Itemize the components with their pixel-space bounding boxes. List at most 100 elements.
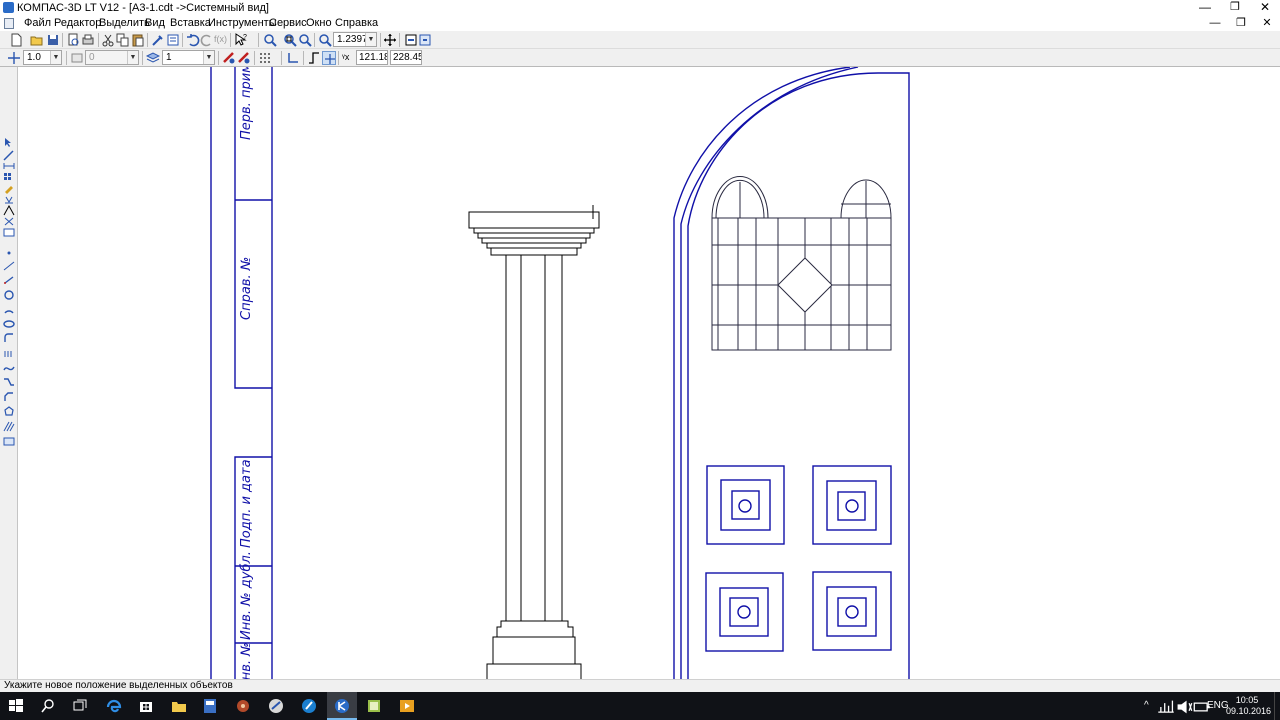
print-icon[interactable] — [81, 33, 95, 47]
ortho-icon[interactable] — [307, 51, 321, 65]
polygon-icon[interactable] — [3, 406, 15, 417]
menu-insert[interactable]: Вставка — [170, 17, 211, 30]
zoom-window-icon[interactable] — [283, 33, 297, 47]
help-pointer-icon[interactable]: ? — [234, 33, 248, 47]
separator — [303, 51, 304, 65]
refresh-view-icon[interactable] — [404, 33, 418, 47]
tray-chevron-icon[interactable]: ^ — [1144, 699, 1149, 713]
edge-icon[interactable] — [105, 697, 123, 715]
kompas-icon[interactable] — [333, 697, 351, 715]
search-icon[interactable] — [39, 697, 57, 715]
doc-restore-button[interactable]: ❐ — [1228, 16, 1254, 31]
paste-icon[interactable] — [131, 33, 145, 47]
params-tool-icon[interactable] — [3, 194, 15, 205]
redo-icon[interactable] — [200, 33, 214, 47]
new-document-icon[interactable] — [9, 33, 23, 47]
menu-window[interactable]: Окно — [306, 17, 332, 30]
cut-icon[interactable] — [101, 33, 115, 47]
zoom-all-icon[interactable] — [298, 33, 312, 47]
menu-select[interactable]: Выделить — [99, 17, 150, 30]
chevron-down-icon[interactable]: ▼ — [127, 51, 138, 64]
fx-button[interactable]: f(x) — [214, 33, 227, 45]
menu-help[interactable]: Справка — [335, 17, 378, 30]
segment-icon[interactable] — [3, 274, 15, 285]
battery-icon[interactable] — [1193, 698, 1210, 712]
edit-tool-icon[interactable] — [3, 183, 15, 194]
measure-tool-icon[interactable] — [3, 205, 15, 216]
media-icon[interactable] — [398, 697, 416, 715]
menu-edit[interactable]: Редактор — [54, 17, 101, 30]
save-icon[interactable] — [46, 33, 60, 47]
explorer-icon[interactable] — [170, 697, 188, 715]
zoom-combo[interactable]: 1.2397 ▼ — [333, 32, 377, 47]
start-icon[interactable] — [7, 697, 25, 715]
document-icon[interactable] — [4, 18, 14, 29]
fillet-icon[interactable] — [3, 332, 15, 343]
snap-icon[interactable] — [222, 51, 236, 65]
zoom-in-icon[interactable] — [263, 33, 277, 47]
doc-close-button[interactable]: ✕ — [1254, 16, 1280, 31]
polyline-icon[interactable] — [3, 376, 15, 387]
close-button[interactable]: ✕ — [1250, 0, 1280, 16]
menu-service[interactable]: Сервис — [269, 17, 307, 30]
volume-icon[interactable] — [1175, 698, 1193, 714]
copy-icon[interactable] — [116, 33, 130, 47]
dimension-tool-icon[interactable] — [3, 161, 15, 172]
maximize-button[interactable]: ❐ — [1220, 0, 1250, 16]
chevron-down-icon[interactable]: ▼ — [203, 51, 214, 64]
show-desktop-button[interactable] — [1274, 692, 1280, 720]
geometry-tool-icon[interactable] — [3, 150, 15, 161]
marking-tool-icon[interactable] — [3, 172, 15, 183]
doc-minimize-button[interactable]: — — [1202, 16, 1228, 31]
properties-icon[interactable] — [151, 33, 165, 47]
ellipse-icon[interactable] — [3, 318, 15, 329]
layer-combo[interactable]: 1 ▼ — [162, 50, 215, 65]
menu-tools[interactable]: Инструменты — [208, 17, 277, 30]
style-combo[interactable]: 0 ▼ — [85, 50, 139, 65]
spline-icon[interactable] — [3, 362, 15, 373]
app-icon-5[interactable] — [365, 697, 383, 715]
app-icon-1[interactable] — [201, 697, 219, 715]
zoom-scale-icon[interactable] — [318, 33, 332, 47]
step-combo[interactable]: 1.0 ▼ — [23, 50, 62, 65]
app-icon-3[interactable] — [267, 697, 285, 715]
hatch-icon[interactable] — [3, 421, 15, 432]
equidistant-icon[interactable] — [3, 347, 15, 358]
macro-icon[interactable] — [3, 436, 15, 447]
drawing-canvas[interactable]: Перв. примен. Справ. № Подп. и дата Инв.… — [19, 67, 1280, 679]
arc-icon[interactable] — [3, 304, 15, 315]
app-icon-2[interactable] — [234, 697, 252, 715]
selection-tool-icon[interactable] — [3, 137, 15, 148]
magnet-icon[interactable] — [237, 51, 251, 65]
grid-icon[interactable] — [258, 51, 272, 65]
menu-file[interactable]: Файл — [24, 17, 51, 30]
task-view-icon[interactable] — [71, 697, 89, 715]
select-tool-icon[interactable] — [3, 216, 15, 227]
redraw-icon[interactable] — [418, 33, 432, 47]
local-cs-icon[interactable] — [286, 51, 300, 65]
menu-view[interactable]: Вид — [145, 17, 165, 30]
chamfer-icon[interactable] — [3, 391, 15, 402]
circle-icon[interactable] — [3, 289, 15, 300]
chevron-down-icon[interactable]: ▼ — [50, 51, 61, 64]
pan-icon[interactable] — [383, 33, 397, 47]
round-coords-icon[interactable] — [322, 51, 336, 65]
store-icon[interactable] — [137, 697, 155, 715]
spec-tool-icon[interactable] — [3, 227, 15, 238]
view-state-icon[interactable] — [70, 51, 84, 65]
open-folder-icon[interactable] — [30, 33, 44, 47]
app-icon-4[interactable] — [300, 697, 318, 715]
cursor-step-icon[interactable] — [7, 51, 21, 65]
undo-icon[interactable] — [186, 33, 200, 47]
layer-state-icon[interactable] — [146, 51, 160, 65]
minimize-button[interactable]: — — [1190, 0, 1220, 16]
network-icon[interactable] — [1157, 698, 1174, 713]
coord-x-field[interactable]: 121.184 — [356, 50, 388, 65]
manager-icon[interactable] — [166, 33, 180, 47]
clock[interactable]: 10:05 09.10.2016 — [1226, 695, 1271, 717]
auxiliary-line-icon[interactable] — [3, 260, 15, 271]
print-preview-icon[interactable] — [66, 33, 80, 47]
chevron-down-icon[interactable]: ▼ — [365, 33, 376, 46]
point-icon[interactable] — [3, 247, 15, 258]
coord-y-field[interactable]: 228.458 — [390, 50, 422, 65]
